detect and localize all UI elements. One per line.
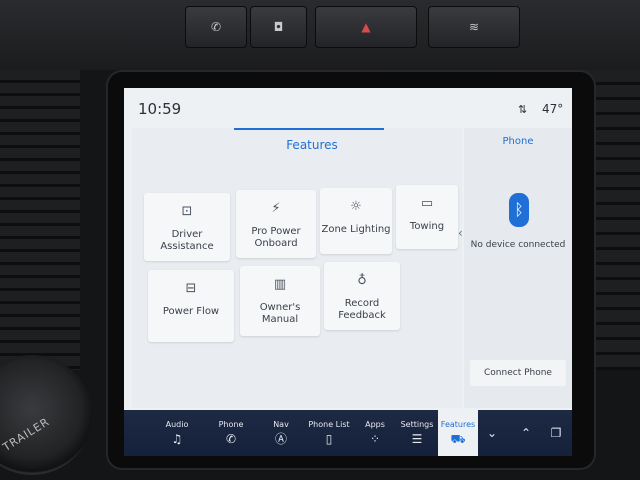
bottom-nav-bar: Audio ♫ Phone ✆ Nav Ⓐ Phone List ▯ Apps …: [124, 410, 572, 456]
connect-phone-button[interactable]: Connect Phone: [470, 360, 566, 386]
features-title: Features: [286, 138, 338, 152]
navigation-icon: Ⓐ: [274, 432, 287, 446]
nav-audio[interactable]: Audio ♫: [154, 410, 200, 456]
nav-apps[interactable]: Apps ⁘: [352, 410, 398, 456]
features-panel: Features ⊡ Driver Assistance ⚡ Pro Power…: [132, 128, 462, 408]
collapse-chevron-icon[interactable]: ‹: [458, 226, 463, 240]
features-accent-bar: [234, 128, 384, 130]
microphone-icon: ♁: [357, 273, 367, 288]
phone-icon: ✆: [225, 432, 237, 446]
settings-sliders-icon: ☰: [411, 432, 423, 446]
music-note-icon: ♫: [171, 432, 183, 446]
truck-icon: ⛟: [450, 432, 466, 446]
book-icon: ▥: [273, 277, 287, 292]
hazard-button[interactable]: ▲: [315, 6, 417, 48]
phone-list-icon: ▯: [325, 432, 333, 446]
tile-record-feedback[interactable]: ♁ Record Feedback: [324, 262, 400, 330]
hardware-button-camera[interactable]: ◘: [250, 6, 307, 48]
trailer-knob[interactable]: [0, 355, 92, 475]
tile-pro-power-onboard[interactable]: ⚡ Pro Power Onboard: [236, 190, 316, 258]
outside-temperature: 47°: [542, 102, 564, 116]
hardware-button-defrost[interactable]: ≋: [428, 6, 520, 48]
infotainment-screen: 10:59 ⇅ 47° Features ⊡ Driver Assistance…: [124, 88, 572, 456]
phone-title: Phone: [502, 136, 534, 147]
bluetooth-icon: ᛒ: [509, 193, 529, 227]
status-bar: 10:59 ⇅ 47°: [124, 88, 572, 128]
tile-power-flow[interactable]: ⊟ Power Flow: [148, 270, 234, 342]
tile-zone-lighting[interactable]: ☼ Zone Lighting: [320, 188, 392, 254]
trailer-icon: ▭: [420, 196, 434, 211]
nav-navigation[interactable]: Nav Ⓐ: [258, 410, 304, 456]
hardware-button-phone[interactable]: ✆: [185, 6, 247, 48]
chevron-down-icon[interactable]: ⌄: [476, 410, 508, 456]
plug-icon: ⚡: [271, 201, 281, 216]
apps-grid-icon: ⁘: [369, 432, 381, 446]
nav-phone-list[interactable]: Phone List ▯: [306, 410, 352, 456]
tile-owners-manual[interactable]: ▥ Owner's Manual: [240, 266, 320, 336]
tile-driver-assistance[interactable]: ⊡ Driver Assistance: [144, 193, 230, 261]
signal-arrows-icon: ⇅: [518, 103, 528, 116]
nav-settings[interactable]: Settings ☰: [394, 410, 440, 456]
multitask-icon[interactable]: ❐: [540, 410, 572, 456]
light-icon: ☼: [350, 199, 362, 214]
driver-assist-icon: ⊡: [181, 204, 193, 219]
chevron-up-icon[interactable]: ⌃: [510, 410, 542, 456]
clock: 10:59: [138, 100, 182, 118]
tile-towing[interactable]: ▭ Towing: [396, 185, 458, 249]
air-vent-left: [0, 70, 80, 370]
dashboard-top: ✆ ◘ ▲ ≋: [0, 0, 640, 70]
phone-status: No device connected: [470, 240, 566, 250]
battery-flow-icon: ⊟: [185, 281, 197, 296]
nav-features[interactable]: Features ⛟: [438, 410, 478, 456]
phone-panel: Phone ᛒ No device connected Connect Phon…: [464, 128, 572, 408]
nav-phone[interactable]: Phone ✆: [208, 410, 254, 456]
